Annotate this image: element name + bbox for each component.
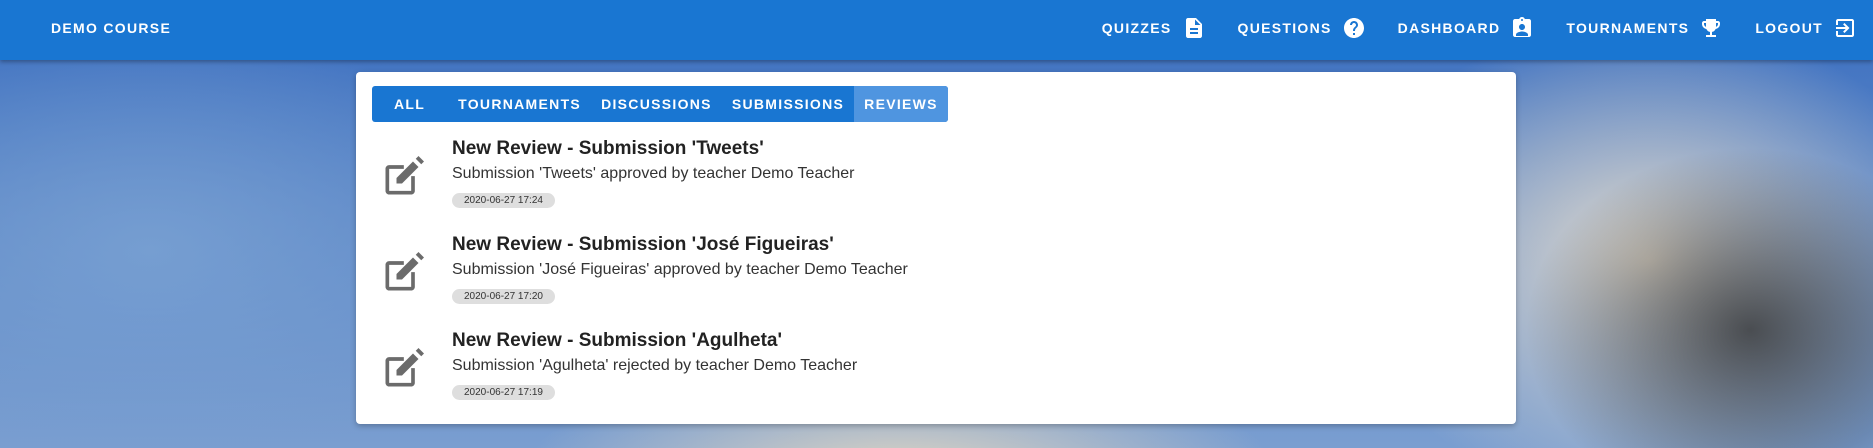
list-item[interactable]: New Review - Submission 'José Figueiras'…: [372, 230, 1500, 326]
notification-description: Submission 'Tweets' approved by teacher …: [452, 165, 855, 182]
notification-title: New Review - Submission 'Tweets': [452, 138, 764, 159]
tab-submissions[interactable]: SUBMISSIONS: [722, 86, 854, 122]
nav-logout-label: LOGOUT: [1755, 20, 1823, 36]
timestamp-chip: 2020-06-27 17:24: [452, 193, 555, 208]
account-box-icon: [1513, 17, 1532, 37]
tab-reviews[interactable]: REVIEWS: [854, 86, 948, 122]
edit-icon: [380, 348, 424, 392]
nav-quizzes[interactable]: QUIZZES: [1102, 16, 1206, 40]
nav-tournaments[interactable]: TOURNAMENTS: [1566, 16, 1723, 40]
main-nav: QUIZZES QUESTIONS DASHBOARD TOURNAMENTS …: [1070, 0, 1857, 56]
notification-title: New Review - Submission 'José Figueiras': [452, 234, 834, 255]
edit-icon: [380, 252, 424, 296]
file-document-icon: [1185, 18, 1202, 38]
tab-all[interactable]: ALL: [372, 86, 448, 122]
top-app-bar: DEMO COURSE QUIZZES QUESTIONS DASHBOARD …: [0, 0, 1873, 60]
edit-icon: [380, 156, 424, 200]
logout-icon: [1836, 19, 1854, 37]
nav-quizzes-label: QUIZZES: [1101, 20, 1172, 36]
notification-list: New Review - Submission 'Tweets' Submiss…: [372, 134, 1500, 422]
notification-title: New Review - Submission 'Agulheta': [452, 330, 782, 351]
course-name[interactable]: DEMO COURSE: [51, 0, 171, 56]
notification-description: Submission 'José Figueiras' approved by …: [452, 261, 908, 278]
nav-logout[interactable]: LOGOUT: [1755, 16, 1857, 40]
help-circle-icon: [1343, 18, 1364, 38]
nav-questions-label: QUESTIONS: [1237, 20, 1332, 36]
list-item[interactable]: New Review - Submission 'Agulheta' Submi…: [372, 326, 1500, 422]
trophy-icon: [1702, 19, 1721, 37]
notification-tabs: ALL TOURNAMENTS DISCUSSIONS SUBMISSIONS …: [372, 86, 948, 122]
timestamp-chip: 2020-06-27 17:19: [452, 385, 555, 400]
notification-description: Submission 'Agulheta' rejected by teache…: [452, 357, 858, 374]
notifications-card: ALL TOURNAMENTS DISCUSSIONS SUBMISSIONS …: [356, 72, 1516, 424]
nav-tournaments-label: TOURNAMENTS: [1566, 20, 1690, 36]
tab-discussions[interactable]: DISCUSSIONS: [591, 86, 722, 122]
list-item[interactable]: New Review - Submission 'Tweets' Submiss…: [372, 134, 1500, 230]
nav-dashboard[interactable]: DASHBOARD: [1398, 16, 1535, 40]
tab-tournaments[interactable]: TOURNAMENTS: [448, 86, 591, 122]
nav-dashboard-label: DASHBOARD: [1397, 20, 1501, 36]
nav-questions[interactable]: QUESTIONS: [1238, 16, 1366, 40]
timestamp-chip: 2020-06-27 17:20: [452, 289, 555, 304]
